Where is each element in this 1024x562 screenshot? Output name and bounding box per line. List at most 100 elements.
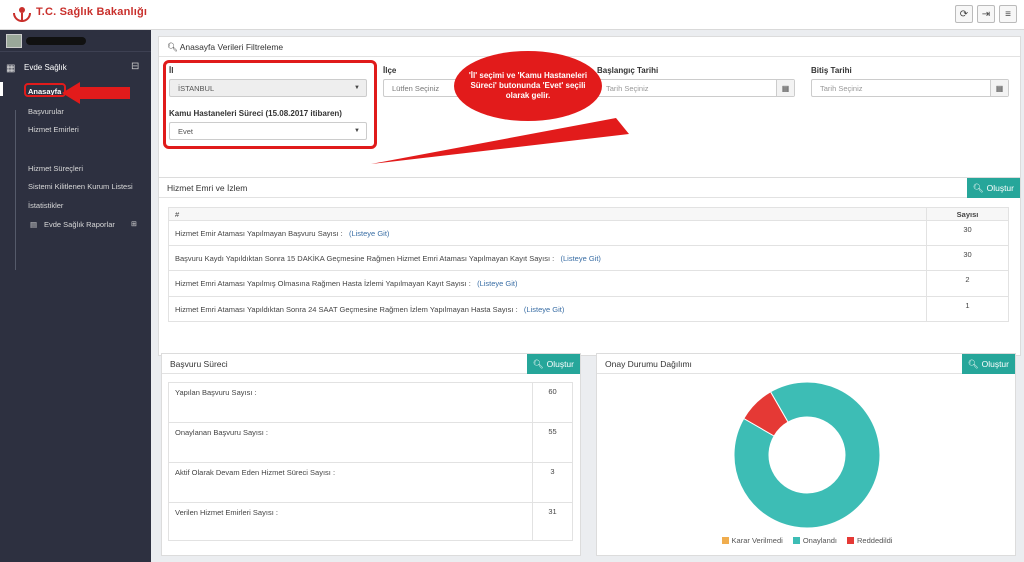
sidebar-item-kilitlenen-kurum[interactable]: Sistemi Kilitlenen Kurum Listesi [28, 182, 133, 191]
logout-button[interactable]: ⇥ [977, 5, 995, 23]
listeye-git-link[interactable]: (Listeye Git) [560, 254, 600, 263]
basvuru-table: Yapılan Başvuru Sayısı : 60 Onaylanan Ba… [168, 382, 573, 541]
basvuru-panel-header: Başvuru Süreci 🔍︎ Oluştur [162, 354, 580, 374]
search-icon: 🔍︎ [532, 358, 544, 369]
baslangic-label: Başlangıç Tarihi [597, 66, 659, 75]
refresh-button[interactable]: ⟳ [955, 5, 973, 23]
table-row: Onaylanan Başvuru Sayısı : 55 [168, 422, 573, 463]
onay-donut-chart [733, 381, 881, 529]
active-indicator [0, 82, 3, 96]
collapse-icon[interactable]: ⊟ [131, 61, 139, 72]
legend-swatch [721, 537, 729, 544]
avatar [6, 34, 22, 48]
callout-text: 'İl' seçimi ve 'Kamu Hastaneleri Süreci'… [468, 71, 588, 100]
legend-label: Karar Verilmedi [731, 536, 783, 545]
ilce-label: İlçe [383, 66, 397, 75]
hizmet-panel-header: Hizmet Emri ve İzlem 🔍︎ Oluştur [159, 178, 1020, 198]
app-logo-text[interactable]: T.C. Sağlık Bakanlığı [36, 6, 147, 18]
col-hash: # [168, 207, 927, 221]
sidebar-item-istatistikler[interactable]: İstatistikler [28, 201, 63, 210]
listeye-git-link[interactable]: (Listeye Git) [349, 229, 389, 238]
expand-icon[interactable]: ⊞ [131, 220, 137, 228]
sidebar-group-evde-saglik[interactable]: ▦ Evde Sağlık ⊟ [0, 58, 151, 82]
pointer-arrow-icon [62, 82, 130, 104]
basvuru-title: Başvuru Süreci [170, 359, 228, 369]
onay-title: Onay Durumu Dağılımı [605, 359, 692, 369]
basvuru-panel: Başvuru Süreci 🔍︎ Oluştur Yapılan Başvur… [161, 353, 581, 556]
row-count: 30 [926, 245, 1009, 271]
row-count: 30 [926, 220, 1009, 246]
legend-swatch [847, 537, 855, 544]
callout-pointer [371, 118, 629, 164]
filter-title: Anasayfa Verileri Filtreleme [179, 42, 284, 52]
bitis-date-input[interactable]: Tarih Seçiniz ▦ [811, 79, 1009, 97]
onay-panel-header: Onay Durumu Dağılımı 🔍︎ Oluştur [597, 354, 1015, 374]
legend-label: Reddedildi [857, 536, 893, 545]
calendar-icon[interactable]: ▦ [990, 80, 1008, 96]
logout-icon: ⇥ [981, 8, 991, 20]
legend-label: Onaylandı [802, 536, 838, 545]
row-text: Hizmet Emir Ataması Yapılmayan Başvuru S… [175, 229, 343, 238]
user-bar [0, 30, 151, 52]
legend-swatch [792, 537, 800, 544]
search-icon: 🔍︎ [967, 358, 979, 369]
menu-tree-line [15, 110, 16, 270]
highlight-box [24, 83, 66, 97]
hizmet-title: Hizmet Emri ve İzlem [167, 183, 248, 193]
filter-panel-header: 🔍︎ Anasayfa Verileri Filtreleme [159, 37, 1020, 57]
sidebar-item-raporlar[interactable]: Evde Sağlık Raporlar [44, 220, 115, 229]
row-count: 60 [532, 382, 573, 423]
refresh-icon: ⟳ [959, 8, 969, 20]
table-icon: ▤ [30, 220, 38, 229]
row-count: 55 [532, 422, 573, 463]
legend-item: Karar Verilmedi [721, 536, 783, 545]
sidebar-item-basvurular[interactable]: Başvurular [28, 107, 64, 116]
hizmet-table: # Sayısı Hizmet Emir Ataması Yapılmayan … [168, 207, 1009, 322]
menu-button[interactable]: ≡ [999, 5, 1017, 23]
olustur-label: Oluştur [986, 183, 1014, 193]
main-content: 🔍︎ Anasayfa Verileri Filtreleme İl İSTAN… [151, 30, 1024, 562]
onay-olustur-button[interactable]: 🔍︎ Oluştur [961, 354, 1015, 374]
basvuru-olustur-button[interactable]: 🔍︎ Oluştur [526, 354, 580, 374]
table-row: Verilen Hizmet Emirleri Sayısı : 31 [168, 502, 573, 541]
row-text: Hizmet Emri Ataması Yapılmış Olmasına Ra… [175, 279, 471, 288]
table-row: Hizmet Emri Ataması Yapılmış Olmasına Ra… [168, 270, 1009, 297]
row-text: Verilen Hizmet Emirleri Sayısı : [168, 502, 533, 541]
hizmet-panel: Hizmet Emri ve İzlem 🔍︎ Oluştur # Sayısı… [158, 177, 1021, 356]
table-row: Hizmet Emri Ataması Yapıldıktan Sonra 24… [168, 296, 1009, 322]
table-row: Aktif Olarak Devam Eden Hizmet Süreci Sa… [168, 462, 573, 503]
sidebar-item-hizmet-surecleri[interactable]: Hizmet Süreçleri [28, 164, 83, 173]
bitis-label: Bitiş Tarihi [811, 66, 852, 75]
col-count: Sayısı [926, 207, 1009, 221]
listeye-git-link[interactable]: (Listeye Git) [524, 305, 564, 314]
calendar-icon[interactable]: ▦ [776, 80, 794, 96]
top-bar: T.C. Sağlık Bakanlığı ⟳ ⇥ ≡ [0, 0, 1024, 30]
highlight-box [163, 60, 377, 149]
row-count: 31 [532, 502, 573, 541]
table-row: Başvuru Kaydı Yapıldıktan Sonra 15 DAKİK… [168, 245, 1009, 271]
listeye-git-link[interactable]: (Listeye Git) [477, 279, 517, 288]
bitis-placeholder: Tarih Seçiniz [820, 84, 863, 93]
row-text: Başvuru Kaydı Yapıldıktan Sonra 15 DAKİK… [175, 254, 555, 263]
building-icon: ▦ [6, 63, 16, 74]
row-text: Onaylanan Başvuru Sayısı : [168, 422, 533, 463]
row-text: Hizmet Emri Ataması Yapıldıktan Sonra 24… [175, 305, 518, 314]
onay-panel: Onay Durumu Dağılımı 🔍︎ Oluştur Karar Ve… [596, 353, 1016, 556]
table-row: Hizmet Emir Ataması Yapılmayan Başvuru S… [168, 220, 1009, 246]
legend-item: Onaylandı [792, 536, 838, 545]
username-redacted [26, 37, 86, 45]
row-count: 3 [532, 462, 573, 503]
sidebar-item-hizmet-emirleri[interactable]: Hizmet Emirleri [28, 125, 79, 134]
olustur-label: Oluştur [546, 359, 574, 369]
sidebar: ▦ Evde Sağlık ⊟ Anasayfa Başvurular Hizm… [0, 30, 151, 562]
sidebar-group-label: Evde Sağlık [24, 63, 67, 72]
baslangic-date-input[interactable]: Tarih Seçiniz ▦ [597, 79, 795, 97]
ministry-logo-icon [13, 7, 31, 22]
row-text: Yapılan Başvuru Sayısı : [168, 382, 533, 423]
hizmet-olustur-button[interactable]: 🔍︎ Oluştur [966, 178, 1020, 198]
hamburger-icon: ≡ [1005, 8, 1011, 20]
row-text: Aktif Olarak Devam Eden Hizmet Süreci Sa… [168, 462, 533, 503]
callout-bubble: 'İl' seçimi ve 'Kamu Hastaneleri Süreci'… [454, 51, 602, 121]
row-count: 1 [926, 296, 1009, 322]
baslangic-placeholder: Tarih Seçiniz [606, 84, 649, 93]
